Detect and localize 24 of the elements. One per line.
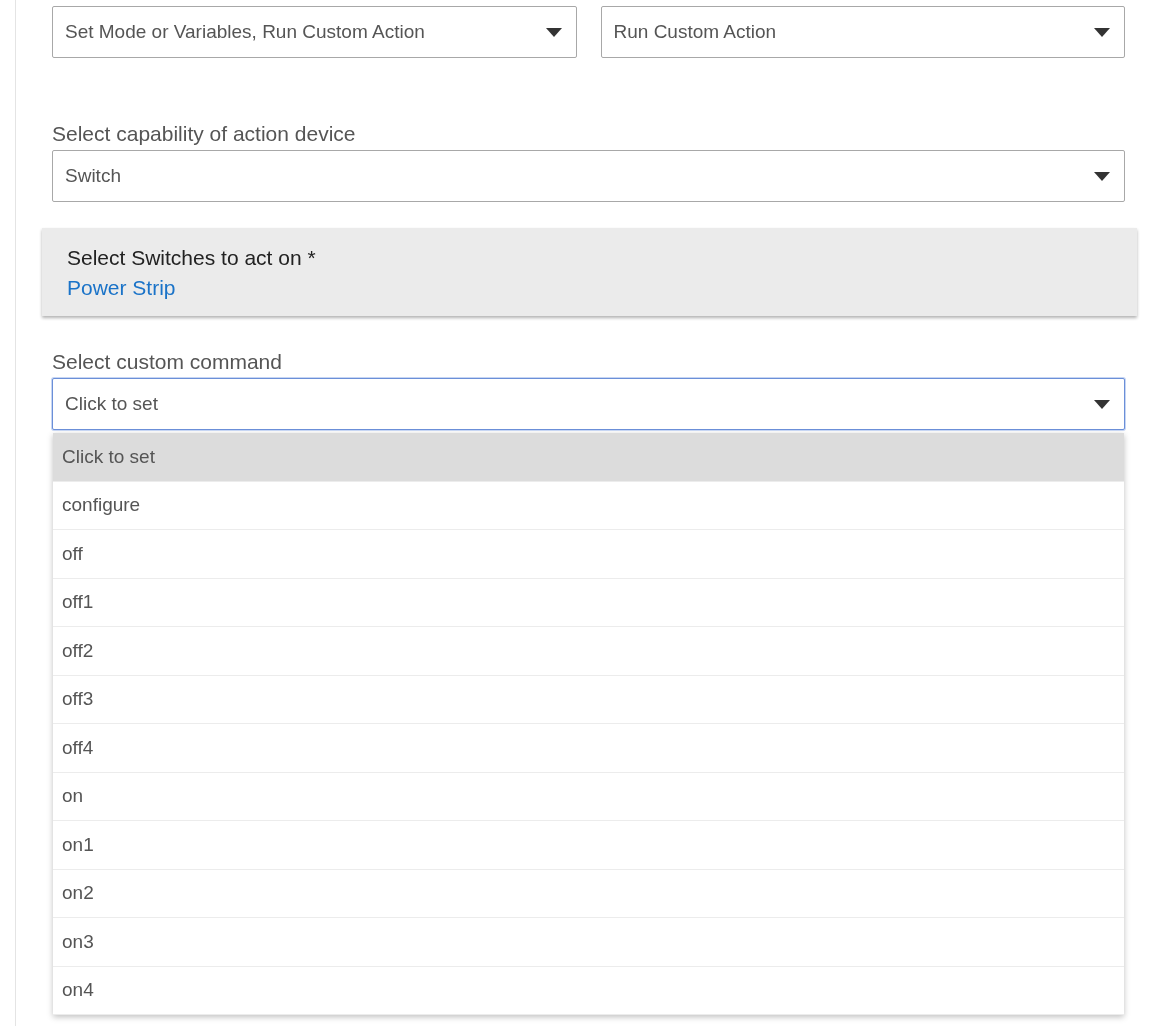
dropdown-option[interactable]: on4 [53,966,1124,1015]
dropdown-option[interactable]: off [53,530,1124,579]
dropdown-option[interactable]: off1 [53,578,1124,627]
dropdown-option[interactable]: on [53,772,1124,821]
dropdown-select[interactable]: Click to set [52,378,1125,430]
dropdown-option[interactable]: on1 [53,821,1124,870]
field-label: Select capability of action device [52,122,357,146]
dropdown-caret-icon [545,27,562,37]
dropdown-option[interactable]: Click to set [53,433,1124,482]
dropdown-option[interactable]: off3 [53,675,1124,724]
dropdown-select[interactable]: Switch [52,150,1125,202]
device-link[interactable]: Power Strip [67,276,176,300]
dropdown-option[interactable]: on2 [53,869,1124,918]
dropdown-option[interactable]: on3 [53,918,1124,967]
dropdown-option[interactable]: off2 [53,627,1124,676]
dropdown-caret-icon [1094,27,1110,37]
dropdown-option[interactable]: configure [53,481,1124,530]
card-title: Select Switches to act on * [67,246,317,270]
field-label: Select custom command [52,350,283,374]
dropdown-select[interactable]: Set Mode or Variables, Run Custom Action [52,6,577,58]
dropdown-select[interactable]: Run Custom Action [600,6,1125,58]
dropdown-caret-icon [1094,399,1110,409]
dropdown-caret-icon [1094,171,1110,181]
dropdown-option[interactable]: off4 [53,724,1124,773]
